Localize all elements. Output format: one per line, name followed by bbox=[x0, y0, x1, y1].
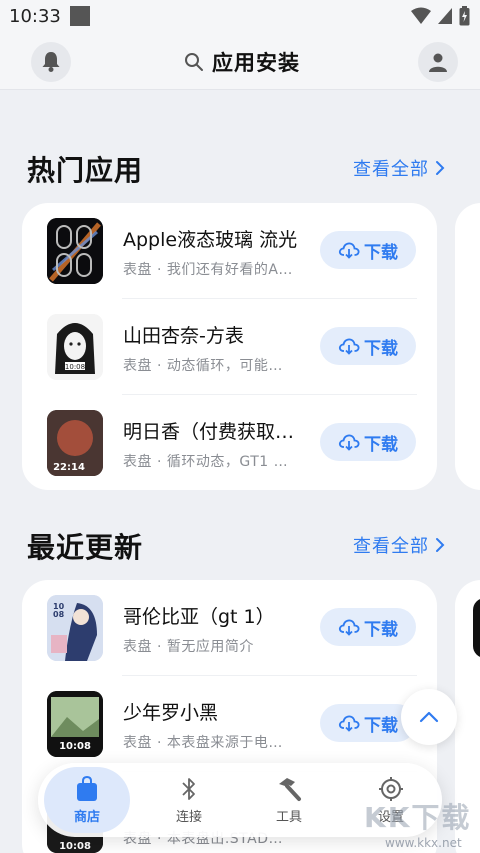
nav-label: 连接 bbox=[175, 809, 202, 825]
app-name: Apple液态玻璃 流光 bbox=[123, 229, 298, 251]
see-all-recent-link[interactable]: 查看全部 bbox=[353, 532, 445, 558]
download-label: 下载 bbox=[364, 434, 398, 455]
notifications-button[interactable] bbox=[31, 42, 71, 82]
see-all-label: 查看全部 bbox=[353, 536, 429, 557]
nav-item-store[interactable]: 商店 bbox=[44, 767, 130, 833]
app-name: 哥伦比亚（gt 1） bbox=[123, 606, 275, 628]
chevron-right-icon bbox=[436, 538, 445, 552]
status-icons bbox=[411, 6, 470, 26]
download-label: 下载 bbox=[364, 715, 398, 736]
svg-text:10:08: 10:08 bbox=[65, 363, 85, 371]
app-icon-colombia: 10 08 bbox=[47, 595, 103, 661]
cloud-download-icon bbox=[338, 715, 360, 732]
cloud-download-icon bbox=[338, 434, 360, 451]
watch-face-image: 22:14 bbox=[47, 410, 103, 476]
app-icon-asuka: 22:14 bbox=[47, 410, 103, 476]
status-time: 10:33 bbox=[9, 6, 61, 27]
nav-label: 工具 bbox=[275, 809, 302, 825]
cloud-download-icon bbox=[338, 242, 360, 259]
app-row[interactable]: 10:08 少年罗小黑 表盘 · 本表盘来源于电… 下载 bbox=[22, 676, 437, 772]
see-all-label: 查看全部 bbox=[353, 159, 429, 180]
chevron-right-icon bbox=[436, 161, 445, 175]
hammer-icon bbox=[279, 777, 301, 801]
peek-app-icon bbox=[473, 598, 480, 658]
watch-face-image: 10:08 bbox=[47, 691, 103, 757]
app-name: 明日香（付费获取… bbox=[123, 421, 295, 443]
search-icon bbox=[185, 53, 203, 71]
app-name: 少年罗小黑 bbox=[123, 702, 219, 724]
svg-text:08: 08 bbox=[53, 610, 65, 619]
app-name: 山田杏奈-方表 bbox=[123, 325, 244, 347]
download-label: 下载 bbox=[364, 619, 398, 640]
top-header: 应用安装 bbox=[0, 34, 480, 90]
nav-item-connect[interactable]: 连接 bbox=[146, 767, 232, 833]
battery-icon bbox=[459, 6, 470, 26]
section-title-recent: 最近更新 bbox=[27, 531, 144, 564]
download-label: 下载 bbox=[364, 338, 398, 359]
wifi-icon bbox=[411, 7, 431, 24]
watch-face-image: 10 08 bbox=[47, 595, 103, 661]
nav-item-tools[interactable]: 工具 bbox=[246, 767, 332, 833]
chevron-up-icon bbox=[419, 711, 439, 723]
download-button[interactable]: 下载 bbox=[320, 327, 416, 365]
section-title-hot: 热门应用 bbox=[27, 154, 144, 187]
download-button[interactable]: 下载 bbox=[320, 423, 416, 461]
watermark-logo: KK下载 bbox=[364, 801, 472, 834]
app-row[interactable]: 22:14 明日香（付费获取… 表盘 · 循环动态，GT1 … 下载 bbox=[22, 395, 437, 491]
see-all-hot-link[interactable]: 查看全部 bbox=[353, 155, 445, 181]
watermark-url: www.kkx.net bbox=[385, 836, 462, 850]
app-row[interactable]: 10:08 山田杏奈-方表 表盘 · 动态循环，可能… 下载 bbox=[22, 299, 437, 395]
app-description: 表盘 · 本表盘来源于电… bbox=[123, 735, 283, 751]
next-card-peek[interactable] bbox=[455, 203, 480, 490]
notification-square-icon bbox=[70, 6, 90, 26]
app-description: 表盘 · 我们还有好看的A… bbox=[123, 262, 293, 278]
download-button[interactable]: 下载 bbox=[320, 608, 416, 646]
app-row[interactable]: Apple液态玻璃 流光 表盘 · 我们还有好看的A… 下载 bbox=[22, 203, 437, 299]
clock-label: 10:08 bbox=[59, 841, 91, 852]
cloud-download-icon bbox=[338, 338, 360, 355]
user-icon bbox=[429, 53, 447, 72]
download-button[interactable]: 下载 bbox=[320, 231, 416, 269]
bell-icon bbox=[42, 52, 60, 72]
app-description: 表盘 · 动态循环，可能… bbox=[123, 358, 283, 374]
watch-face-image: 10:08 bbox=[47, 314, 103, 380]
search-trigger[interactable]: 应用安装 bbox=[184, 47, 300, 77]
page-title: 应用安装 bbox=[212, 51, 300, 75]
app-icon-yamada: 10:08 bbox=[47, 314, 103, 380]
app-description: 表盘 · 循环动态，GT1 … bbox=[123, 454, 289, 470]
profile-button[interactable] bbox=[418, 42, 458, 82]
signal-icon bbox=[438, 8, 452, 24]
clock-label: 22:14 bbox=[53, 462, 85, 473]
hot-apps-card: Apple液态玻璃 流光 表盘 · 我们还有好看的A… 下载 10:08 山田杏… bbox=[22, 203, 437, 490]
bag-icon bbox=[77, 775, 97, 801]
download-label: 下载 bbox=[364, 242, 398, 263]
scroll-to-top-button[interactable] bbox=[401, 689, 457, 745]
app-description: 表盘 · 暂无应用简介 bbox=[123, 639, 254, 655]
nav-label: 商店 bbox=[73, 809, 100, 825]
watch-face-image bbox=[47, 218, 103, 284]
status-bar: 10:33 bbox=[0, 0, 480, 34]
cloud-download-icon bbox=[338, 619, 360, 636]
bluetooth-icon bbox=[182, 777, 195, 800]
app-row[interactable]: 10 08 哥伦比亚（gt 1） 表盘 · 暂无应用简介 下载 bbox=[22, 580, 437, 676]
app-icon-liquid-glass bbox=[47, 218, 103, 284]
app-icon-luoxiaohei: 10:08 bbox=[47, 691, 103, 757]
clock-label: 10:08 bbox=[59, 741, 91, 752]
